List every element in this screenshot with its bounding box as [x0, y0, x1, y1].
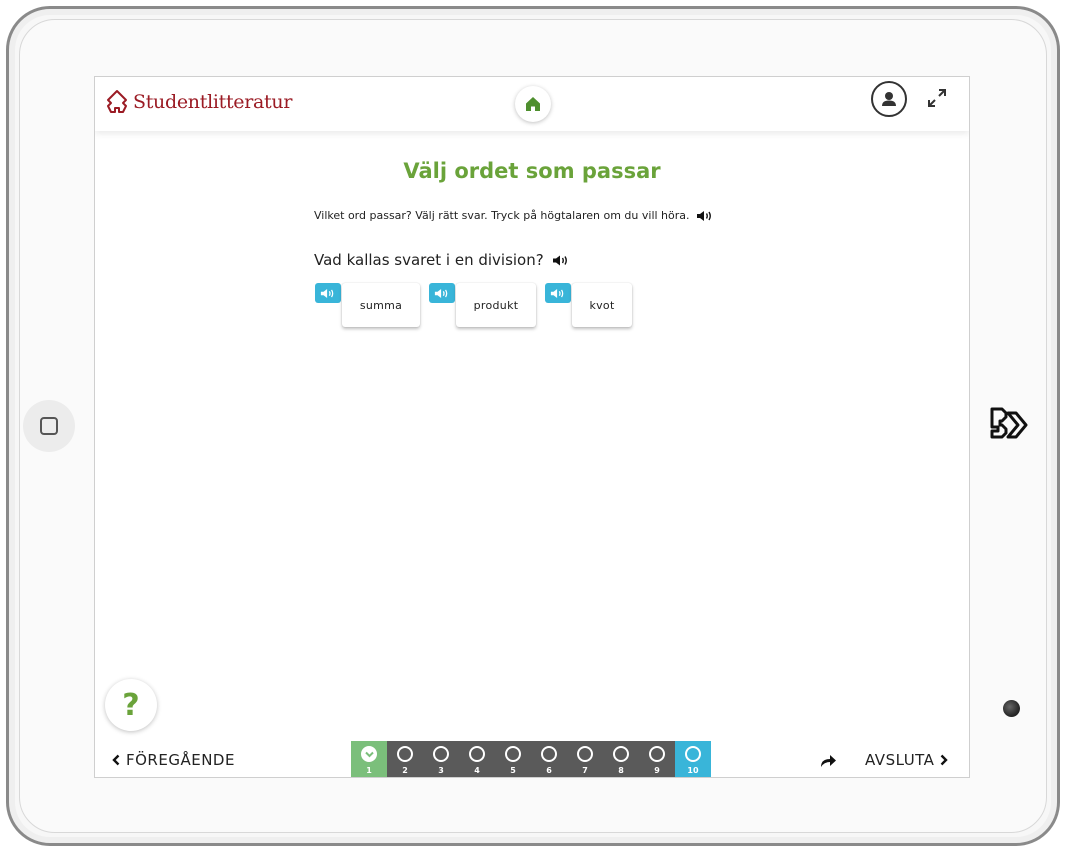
- step-number: 8: [618, 766, 624, 775]
- progress-step-10[interactable]: 10: [675, 741, 711, 777]
- speaker-icon: [434, 288, 448, 298]
- square-icon: [40, 417, 58, 435]
- progress-step-9[interactable]: 9: [639, 741, 675, 777]
- progress-step-3[interactable]: 3: [423, 741, 459, 777]
- step-ring: [541, 746, 557, 762]
- instruction-text: Vilket ord passar? Välj rätt svar. Tryck…: [314, 209, 690, 222]
- step-ring: [505, 746, 521, 762]
- exercise-instruction: Vilket ord passar? Välj rätt svar. Tryck…: [314, 209, 714, 222]
- step-number: 4: [474, 766, 480, 775]
- progress-step-1[interactable]: 1: [351, 741, 387, 777]
- progress-bar: 1 2 3 4 5 6 7 8 9 10: [351, 741, 711, 777]
- house-icon: [526, 97, 540, 111]
- previous-button[interactable]: FÖREGÅENDE: [111, 751, 235, 769]
- app-header: Studentlitteratur: [95, 77, 969, 131]
- footer-nav: FÖREGÅENDE 1 2 3 4 5 6 7 8 9 10 AVSLUTA: [95, 741, 969, 777]
- speaker-icon[interactable]: [696, 210, 714, 222]
- speaker-icon[interactable]: [552, 254, 570, 267]
- help-button[interactable]: ?: [105, 679, 157, 731]
- step-number: 1: [366, 766, 372, 775]
- step-number: 3: [438, 766, 444, 775]
- chevron-left-icon: [112, 754, 120, 766]
- step-ring: [397, 746, 413, 762]
- speaker-icon: [550, 288, 564, 298]
- redo-icon[interactable]: [819, 753, 837, 769]
- answer-option: produkt: [429, 283, 537, 327]
- option-produkt[interactable]: produkt: [456, 283, 536, 327]
- step-number: 2: [402, 766, 408, 775]
- side-logo-icon: [990, 407, 1028, 439]
- step-ring: [469, 746, 485, 762]
- option-kvot[interactable]: kvot: [572, 283, 632, 327]
- option-speaker-button[interactable]: [315, 283, 341, 303]
- step-ring: [613, 746, 629, 762]
- question-text: Vad kallas svaret i en division?: [314, 251, 544, 269]
- step-ring: [577, 746, 593, 762]
- option-summa[interactable]: summa: [342, 283, 420, 327]
- step-number: 10: [687, 766, 699, 775]
- progress-step-7[interactable]: 7: [567, 741, 603, 777]
- step-ring: [685, 746, 701, 762]
- step-ring: [433, 746, 449, 762]
- user-button[interactable]: [871, 81, 907, 117]
- tablet-home-button: [23, 400, 75, 452]
- step-number: 9: [654, 766, 660, 775]
- app-screen: Studentlitteratur Välj ordet som passar …: [94, 76, 970, 778]
- studentlitteratur-logo-icon: [107, 90, 127, 113]
- progress-step-5[interactable]: 5: [495, 741, 531, 777]
- finish-label: AVSLUTA: [865, 751, 935, 769]
- chevron-right-icon: [941, 754, 949, 766]
- step-ring: [649, 746, 665, 762]
- progress-step-4[interactable]: 4: [459, 741, 495, 777]
- step-number: 7: [582, 766, 588, 775]
- progress-step-2[interactable]: 2: [387, 741, 423, 777]
- finish-button[interactable]: AVSLUTA: [865, 751, 949, 769]
- step-ring: [361, 746, 377, 762]
- exercise-title: Välj ordet som passar: [403, 159, 661, 183]
- brand-name: Studentlitteratur: [133, 91, 293, 113]
- answer-options: summa produkt kvot: [315, 283, 635, 327]
- option-speaker-button[interactable]: [545, 283, 571, 303]
- answer-option: summa: [315, 283, 421, 327]
- user-icon: [882, 92, 896, 106]
- option-speaker-button[interactable]: [429, 283, 455, 303]
- expand-icon[interactable]: [926, 87, 948, 109]
- speaker-icon: [320, 288, 334, 298]
- progress-step-8[interactable]: 8: [603, 741, 639, 777]
- question: Vad kallas svaret i en division?: [314, 251, 570, 269]
- progress-step-6[interactable]: 6: [531, 741, 567, 777]
- home-button[interactable]: [515, 86, 551, 122]
- answer-option: kvot: [545, 283, 635, 327]
- tablet-camera: [1003, 700, 1020, 717]
- step-number: 5: [510, 766, 516, 775]
- brand[interactable]: Studentlitteratur: [105, 89, 292, 115]
- chevron-down-icon: [364, 751, 374, 757]
- previous-label: FÖREGÅENDE: [126, 751, 235, 769]
- step-number: 6: [546, 766, 552, 775]
